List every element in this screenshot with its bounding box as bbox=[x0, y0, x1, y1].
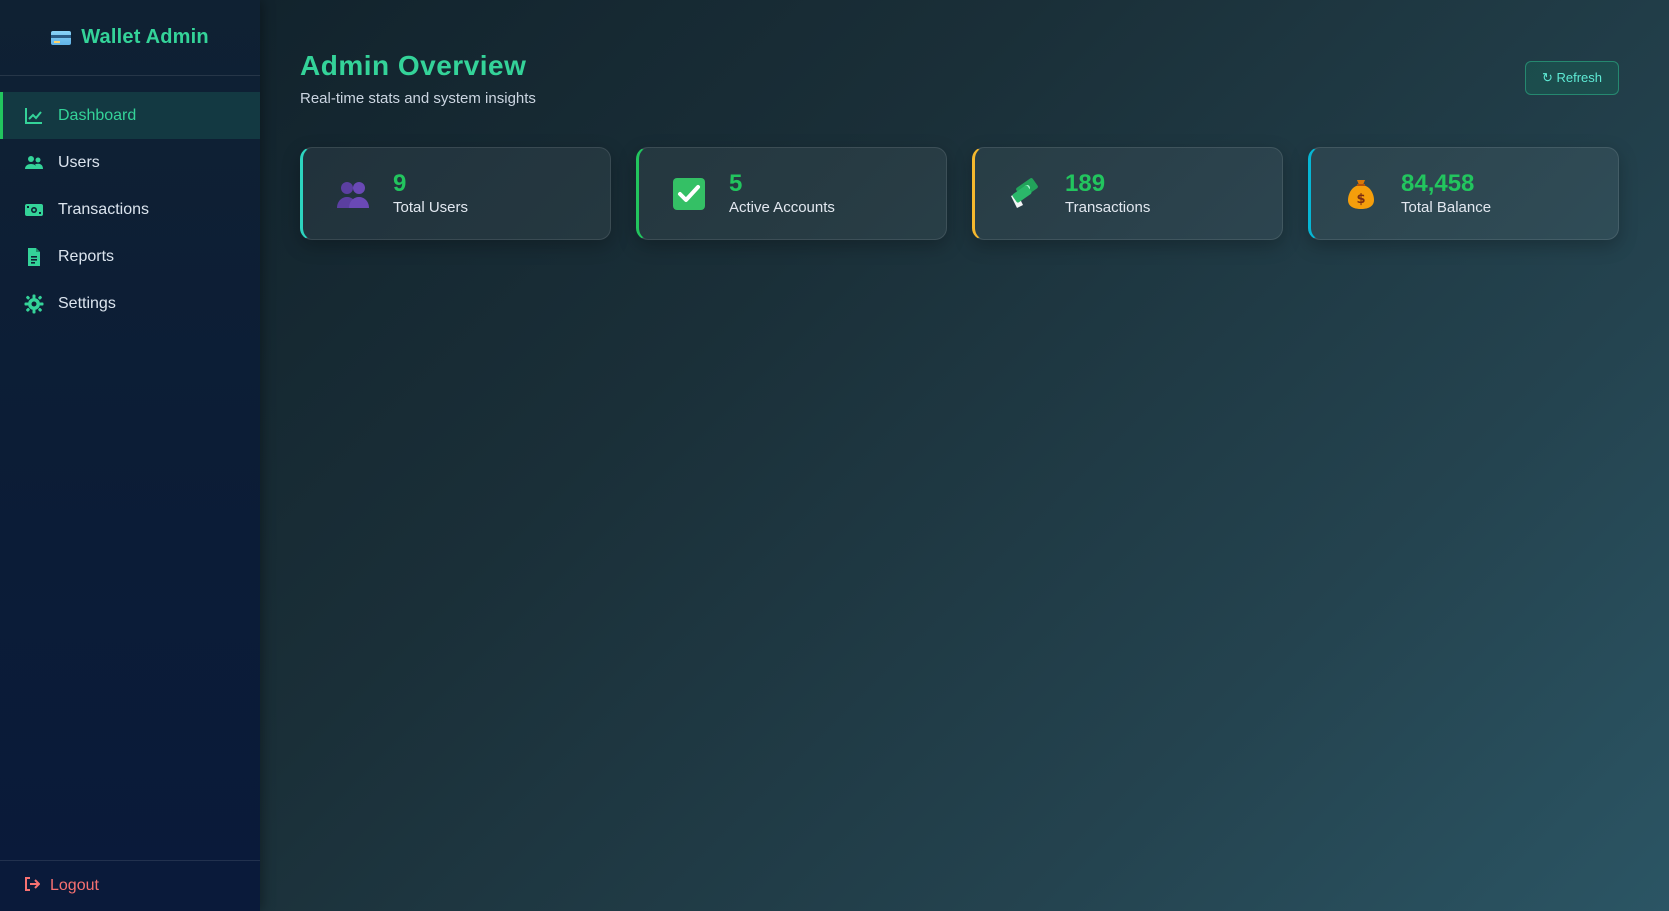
stat-label: Active Accounts bbox=[729, 199, 835, 216]
people-icon bbox=[335, 176, 371, 212]
money-bag-icon: $ bbox=[1343, 176, 1379, 212]
stats-cards: 9 Total Users 5 Active Accounts 189 Tran… bbox=[300, 147, 1621, 240]
logout-label: Logout bbox=[50, 877, 99, 894]
brand: Wallet Admin bbox=[0, 0, 260, 76]
sidebar-item-users[interactable]: Users bbox=[0, 139, 260, 186]
stat-card-total-balance: $ 84,458 Total Balance bbox=[1308, 147, 1619, 240]
stat-card-transactions: 189 Transactions bbox=[972, 147, 1283, 240]
gear-icon bbox=[24, 294, 44, 314]
users-icon bbox=[24, 153, 44, 173]
sidebar-item-label: Reports bbox=[58, 247, 115, 265]
money-bill-icon bbox=[24, 200, 44, 220]
stat-value: 5 bbox=[729, 170, 743, 197]
logout-button[interactable]: Logout bbox=[0, 860, 260, 911]
stat-label: Transactions bbox=[1065, 199, 1151, 216]
sidebar-nav: Dashboard Users Transactions Reports Set… bbox=[0, 92, 260, 327]
sidebar-item-label: Settings bbox=[58, 294, 116, 312]
sidebar-item-transactions[interactable]: Transactions bbox=[0, 186, 260, 233]
sidebar-item-label: Users bbox=[58, 153, 100, 171]
chart-line-icon bbox=[24, 106, 44, 126]
page-subtitle: Real-time stats and system insights bbox=[300, 90, 536, 107]
stat-card-active-accounts: 5 Active Accounts bbox=[636, 147, 947, 240]
sidebar: Wallet Admin Dashboard Users Transaction… bbox=[0, 0, 260, 911]
main-content: Admin Overview Real-time stats and syste… bbox=[260, 0, 1669, 911]
stat-value: 9 bbox=[393, 170, 407, 197]
sidebar-item-label: Transactions bbox=[58, 200, 149, 218]
app-shell: Wallet Admin Dashboard Users Transaction… bbox=[0, 0, 1669, 911]
svg-text:$: $ bbox=[1356, 192, 1365, 207]
stat-value: 189 bbox=[1065, 170, 1106, 197]
sidebar-item-dashboard[interactable]: Dashboard bbox=[0, 92, 260, 139]
stat-value: 84,458 bbox=[1401, 170, 1475, 197]
refresh-button[interactable]: ↻ Refresh bbox=[1524, 61, 1619, 95]
file-icon bbox=[24, 247, 44, 267]
stat-card-total-users: 9 Total Users bbox=[300, 147, 611, 240]
credit-card-icon bbox=[51, 30, 72, 45]
brand-title: Wallet Admin bbox=[81, 26, 209, 48]
stat-label: Total Users bbox=[393, 199, 469, 216]
sidebar-item-reports[interactable]: Reports bbox=[0, 233, 260, 280]
stat-label: Total Balance bbox=[1401, 199, 1492, 216]
checkmark-icon bbox=[671, 176, 707, 212]
flying-money-icon bbox=[1007, 176, 1043, 212]
sidebar-item-settings[interactable]: Settings bbox=[0, 280, 260, 327]
sidebar-item-label: Dashboard bbox=[58, 106, 137, 124]
sign-out-icon bbox=[24, 876, 41, 897]
page-title: Admin Overview bbox=[300, 50, 527, 81]
